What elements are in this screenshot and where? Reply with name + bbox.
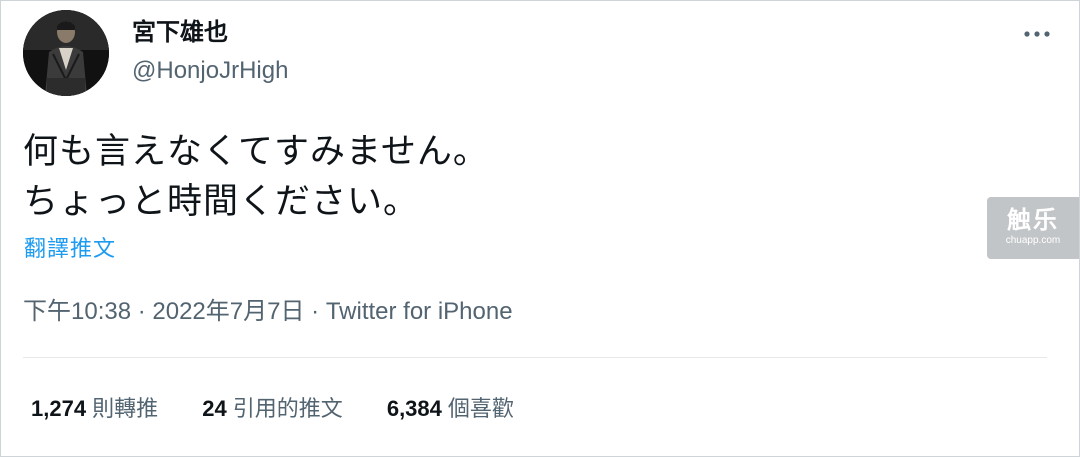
tweet-card: 宮下雄也 @HonjoJrHigh 何も言えなくてすみません。 ちょっと時間くだ…	[0, 0, 1080, 457]
tweet-date[interactable]: 2022年7月7日	[152, 298, 304, 325]
author-display-name[interactable]: 宮下雄也	[132, 15, 228, 51]
avatar[interactable]	[23, 10, 109, 96]
more-dots-icon	[1024, 31, 1050, 37]
tweet-meta: 下午10:38 · 2022年7月7日 · Twitter for iPhone	[23, 294, 513, 330]
likes-label: 個喜歡	[447, 396, 514, 421]
quote-tweets-count: 24	[202, 396, 227, 421]
meta-separator: ·	[304, 298, 326, 325]
tweet-text: 何も言えなくてすみません。 ちょっと時間ください。	[23, 132, 489, 222]
divider	[23, 357, 1047, 358]
avatar-photo-icon	[23, 10, 109, 96]
tweet-stats: 1,274 則轉推 24 引用的推文 6,384 個喜歡	[31, 392, 552, 426]
tweet-time[interactable]: 下午10:38	[23, 298, 131, 325]
likes-stat[interactable]: 6,384 個喜歡	[387, 392, 514, 426]
quote-tweets-label: 引用的推文	[232, 396, 343, 421]
author-handle[interactable]: @HonjoJrHigh	[132, 54, 288, 88]
meta-separator: ·	[131, 298, 153, 325]
likes-count: 6,384	[386, 396, 442, 421]
watermark-url: chuapp.com	[1005, 235, 1061, 246]
watermark: 触乐 chuapp.com	[987, 197, 1079, 259]
retweets-label: 則轉推	[92, 396, 159, 421]
translate-tweet-link[interactable]: 翻譯推文	[24, 233, 116, 265]
retweets-count: 1,274	[31, 396, 87, 421]
more-options-button[interactable]	[1017, 19, 1057, 49]
quote-tweets-stat[interactable]: 24 引用的推文	[202, 392, 343, 426]
tweet-source[interactable]: Twitter for iPhone	[326, 298, 513, 325]
retweets-stat[interactable]: 1,274 則轉推	[31, 392, 158, 426]
watermark-logo-text: 触乐	[1007, 207, 1059, 234]
